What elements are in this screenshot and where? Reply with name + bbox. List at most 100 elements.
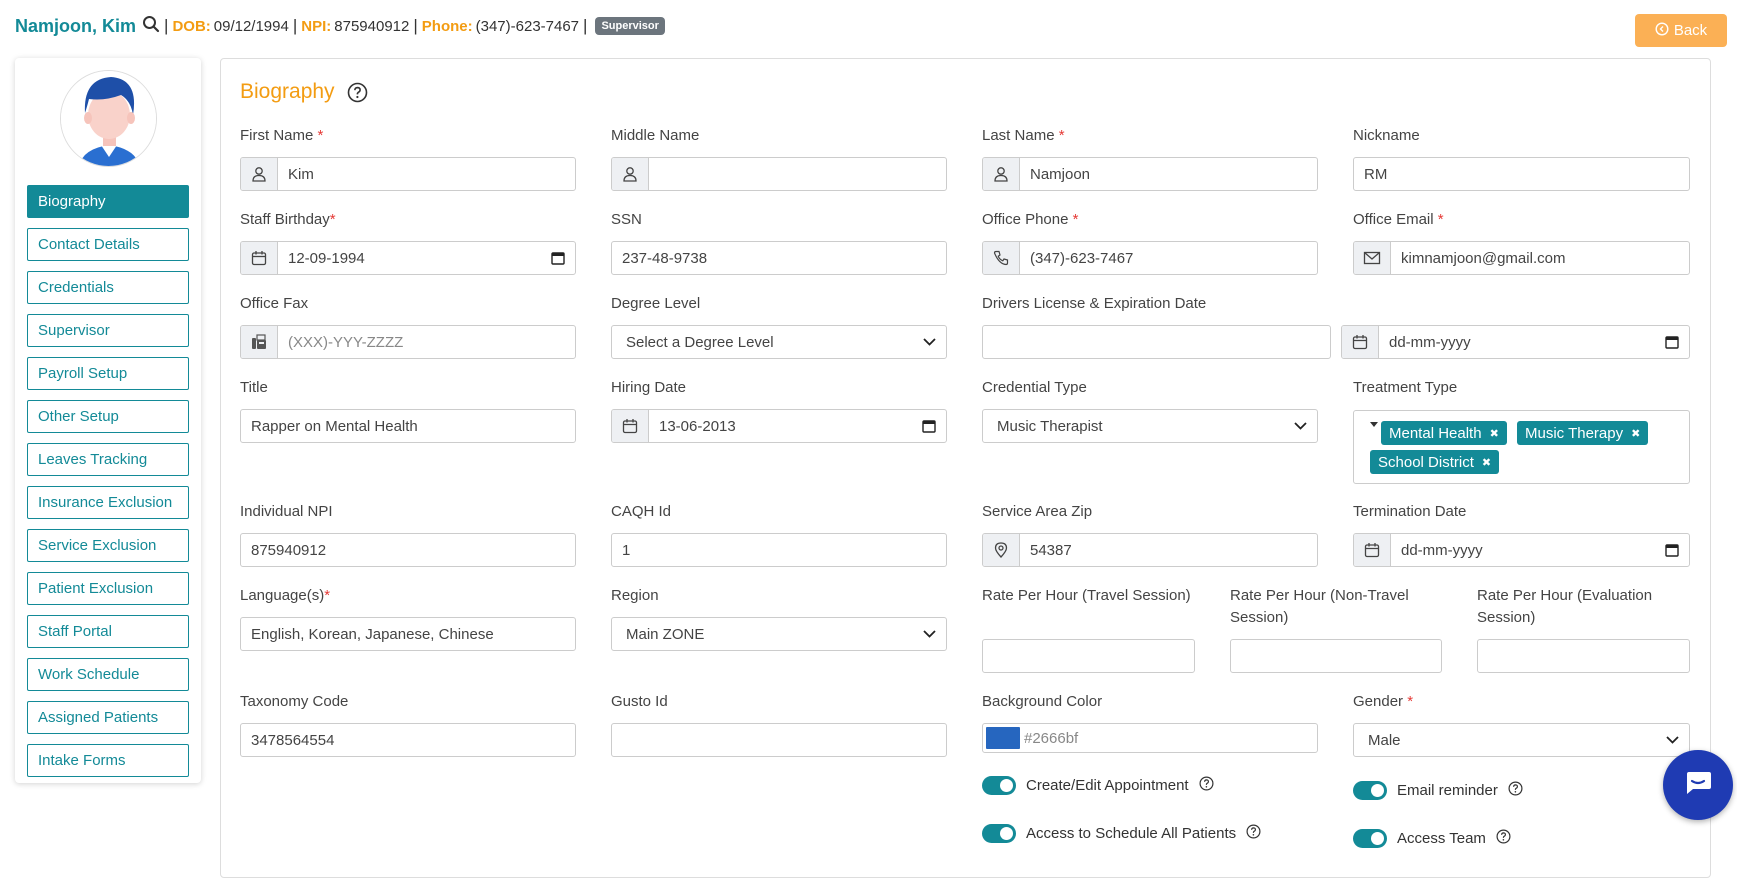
individual-npi-label: Individual NPI [240, 503, 333, 520]
npi-label: NPI: [301, 17, 332, 35]
birthday-field[interactable]: 12-09-1994 [240, 241, 576, 275]
office-phone-label: Office Phone * [982, 211, 1079, 228]
title-value: Rapper on Mental Health [251, 417, 418, 435]
date-picker-icon[interactable] [551, 251, 565, 265]
access-schedule-all-label: Access to Schedule All Patients [1026, 825, 1237, 842]
treatment-type-multiselect[interactable]: Mental Health ✖ Music Therapy ✖ School Dis… [1353, 410, 1690, 484]
sidebar-item-biography[interactable]: Biography [27, 185, 189, 218]
sidebar-item-staff-portal[interactable]: Staff Portal [27, 615, 189, 648]
office-phone-field[interactable]: (347)-623-7467 [982, 241, 1318, 275]
ssn-label: SSN [611, 211, 642, 228]
remove-tag-icon[interactable]: ✖ [1490, 427, 1499, 440]
languages-field[interactable]: English, Korean, Japanese, Chinese [240, 617, 576, 651]
gender-select[interactable]: Male [1353, 723, 1690, 757]
credential-type-select[interactable]: Music Therapist [982, 409, 1318, 443]
ssn-field[interactable]: 237-48-9738 [611, 241, 947, 275]
location-pin-icon [983, 534, 1020, 566]
tag-school-district: School District ✖ [1370, 450, 1500, 474]
access-schedule-all-toggle[interactable] [982, 824, 1016, 843]
help-icon[interactable] [1199, 776, 1214, 795]
search-icon[interactable] [142, 15, 160, 37]
separator: | [413, 16, 418, 35]
sidebar-item-other-setup[interactable]: Other Setup [27, 400, 189, 433]
email-reminder-toggle[interactable] [1353, 781, 1387, 800]
help-icon[interactable] [1496, 829, 1511, 848]
rate-non-travel-label: Rate Per Hour (Non-Travel Session) [1230, 587, 1409, 626]
office-email-value: kimnamjoon@gmail.com [1401, 249, 1566, 267]
last-name-field[interactable]: Namjoon [982, 157, 1318, 191]
phone-value: (347)-623-7467 [475, 17, 580, 35]
caqh-id-field[interactable]: 1 [611, 533, 947, 567]
rate-evaluation-field[interactable] [1477, 639, 1690, 673]
first-name-field[interactable]: Kim [240, 157, 576, 191]
individual-npi-field[interactable]: 875940912 [240, 533, 576, 567]
sidebar-item-supervisor[interactable]: Supervisor [27, 314, 189, 347]
sidebar-item-credentials[interactable]: Credentials [27, 271, 189, 304]
chevron-down-icon [923, 338, 936, 346]
back-button[interactable]: Back [1635, 14, 1727, 47]
separator: | [164, 16, 169, 35]
caret-down-icon[interactable] [1370, 422, 1378, 427]
access-team-toggle[interactable] [1353, 829, 1387, 848]
color-swatch[interactable] [986, 727, 1020, 749]
license-expiration-placeholder: dd-mm-yyyy [1389, 333, 1471, 351]
access-schedule-all-row: Access to Schedule All Patients [982, 824, 1261, 843]
gusto-id-field[interactable] [611, 723, 947, 757]
first-name-label: First Name * [240, 127, 324, 144]
section-title-text: Biography [240, 80, 335, 103]
termination-date-field[interactable]: dd-mm-yyyy [1353, 533, 1690, 567]
chat-widget-button[interactable] [1663, 750, 1733, 820]
create-edit-appointment-toggle[interactable] [982, 776, 1016, 795]
title-field[interactable]: Rapper on Mental Health [240, 409, 576, 443]
sidebar-item-contact-details[interactable]: Contact Details [27, 228, 189, 261]
taxonomy-code-field[interactable]: 3478564554 [240, 723, 576, 757]
rate-travel-field[interactable] [982, 639, 1195, 673]
credential-type-label: Credential Type [982, 379, 1087, 396]
office-fax-field[interactable]: (XXX)-YYY-ZZZZ [240, 325, 576, 359]
service-area-zip-value: 54387 [1030, 541, 1072, 559]
drivers-license-field[interactable] [982, 325, 1331, 359]
taxonomy-code-value: 3478564554 [251, 731, 335, 749]
sidebar-item-intake-forms[interactable]: Intake Forms [27, 744, 189, 777]
help-icon[interactable] [347, 82, 368, 103]
sidebar-item-payroll-setup[interactable]: Payroll Setup [27, 357, 189, 390]
termination-date-label: Termination Date [1353, 503, 1467, 520]
degree-level-select[interactable]: Select a Degree Level [611, 325, 947, 359]
rate-non-travel-field[interactable] [1230, 639, 1442, 673]
tag-mental-health: Mental Health ✖ [1381, 421, 1507, 445]
hiring-date-field[interactable]: 13-06-2013 [611, 409, 947, 443]
date-picker-icon[interactable] [1665, 543, 1679, 557]
license-expiration-field[interactable]: dd-mm-yyyy [1341, 325, 1690, 359]
region-select[interactable]: Main ZONE [611, 617, 947, 651]
hiring-date-label: Hiring Date [611, 379, 687, 396]
sidebar-item-insurance-exclusion[interactable]: Insurance Exclusion [27, 486, 189, 519]
last-name-value: Namjoon [1030, 165, 1091, 183]
date-picker-icon[interactable] [922, 419, 936, 433]
hiring-date-value: 13-06-2013 [659, 417, 736, 435]
sidebar-item-work-schedule[interactable]: Work Schedule [27, 658, 189, 691]
service-area-zip-field[interactable]: 54387 [982, 533, 1318, 567]
languages-value: English, Korean, Japanese, Chinese [251, 625, 494, 643]
region-label: Region [611, 587, 659, 604]
background-color-label: Background Color [982, 693, 1103, 710]
help-icon[interactable] [1246, 824, 1261, 843]
help-icon[interactable] [1508, 781, 1523, 800]
nickname-field[interactable]: RM [1353, 157, 1690, 191]
background-color-field[interactable]: #2666bf [982, 723, 1318, 753]
middle-name-field[interactable] [611, 157, 947, 191]
remove-tag-icon[interactable]: ✖ [1482, 456, 1491, 469]
office-email-label: Office Email * [1353, 211, 1444, 228]
date-picker-icon[interactable] [1665, 335, 1679, 349]
sidebar-item-service-exclusion[interactable]: Service Exclusion [27, 529, 189, 562]
dob-value: 09/12/1994 [213, 17, 289, 35]
degree-level-label: Degree Level [611, 295, 701, 312]
rate-travel-label: Rate Per Hour (Travel Session) [982, 587, 1191, 604]
back-label: Back [1673, 22, 1708, 39]
sidebar-item-assigned-patients[interactable]: Assigned Patients [27, 701, 189, 734]
remove-tag-icon[interactable]: ✖ [1631, 427, 1640, 440]
office-email-field[interactable]: kimnamjoon@gmail.com [1353, 241, 1690, 275]
sidebar-item-leaves-tracking[interactable]: Leaves Tracking [27, 443, 189, 476]
sidebar-item-patient-exclusion[interactable]: Patient Exclusion [27, 572, 189, 605]
chevron-down-icon [923, 630, 936, 638]
separator: | [583, 16, 588, 35]
